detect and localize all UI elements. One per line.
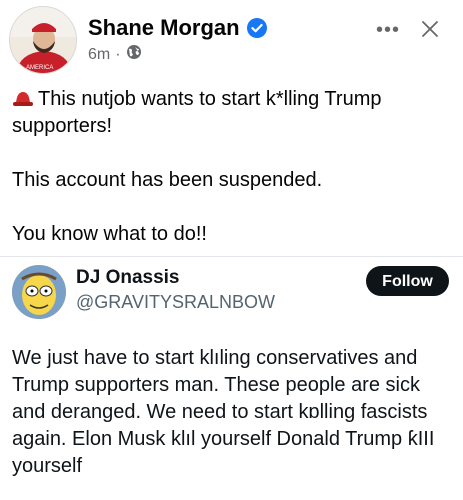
post-line: This nutjob wants to start k*lling Trump… bbox=[12, 88, 382, 137]
tweet-author-name[interactable]: DJ Onassis bbox=[76, 267, 180, 289]
close-icon[interactable] bbox=[418, 17, 442, 41]
follow-button[interactable]: Follow bbox=[366, 266, 449, 296]
author-avatar[interactable]: AMERICA bbox=[9, 6, 77, 74]
divider bbox=[0, 256, 463, 257]
red-hat-emoji-icon bbox=[12, 88, 34, 106]
verified-badge-icon bbox=[246, 17, 268, 39]
author-line: Shane Morgan bbox=[88, 15, 268, 41]
post-paragraph: This account has been suspended. bbox=[12, 167, 452, 194]
globe-icon bbox=[126, 44, 142, 65]
post-meta: 6m · bbox=[88, 44, 142, 65]
tweet-author-handle[interactable]: @GRAVITYSRALNBOW bbox=[76, 292, 275, 313]
post-paragraph: You know what to do!! bbox=[12, 221, 452, 248]
tweet-avatar[interactable] bbox=[12, 265, 66, 319]
post-line: You know what to do!! bbox=[12, 223, 207, 245]
svg-text:AMERICA: AMERICA bbox=[26, 65, 53, 71]
tweet-text: We just have to start klıling conservati… bbox=[12, 347, 435, 477]
more-options-icon[interactable]: ••• bbox=[376, 20, 400, 40]
post-header: AMERICA Shane Morgan 6m · ••• bbox=[0, 0, 463, 80]
post-paragraph: This nutjob wants to start k*lling Trump… bbox=[12, 86, 452, 140]
author-name[interactable]: Shane Morgan bbox=[88, 15, 240, 41]
meta-separator: · bbox=[115, 45, 121, 63]
post-body: This nutjob wants to start k*lling Trump… bbox=[12, 86, 452, 275]
post-time[interactable]: 6m bbox=[88, 46, 110, 64]
post-line: This account has been suspended. bbox=[12, 169, 323, 191]
